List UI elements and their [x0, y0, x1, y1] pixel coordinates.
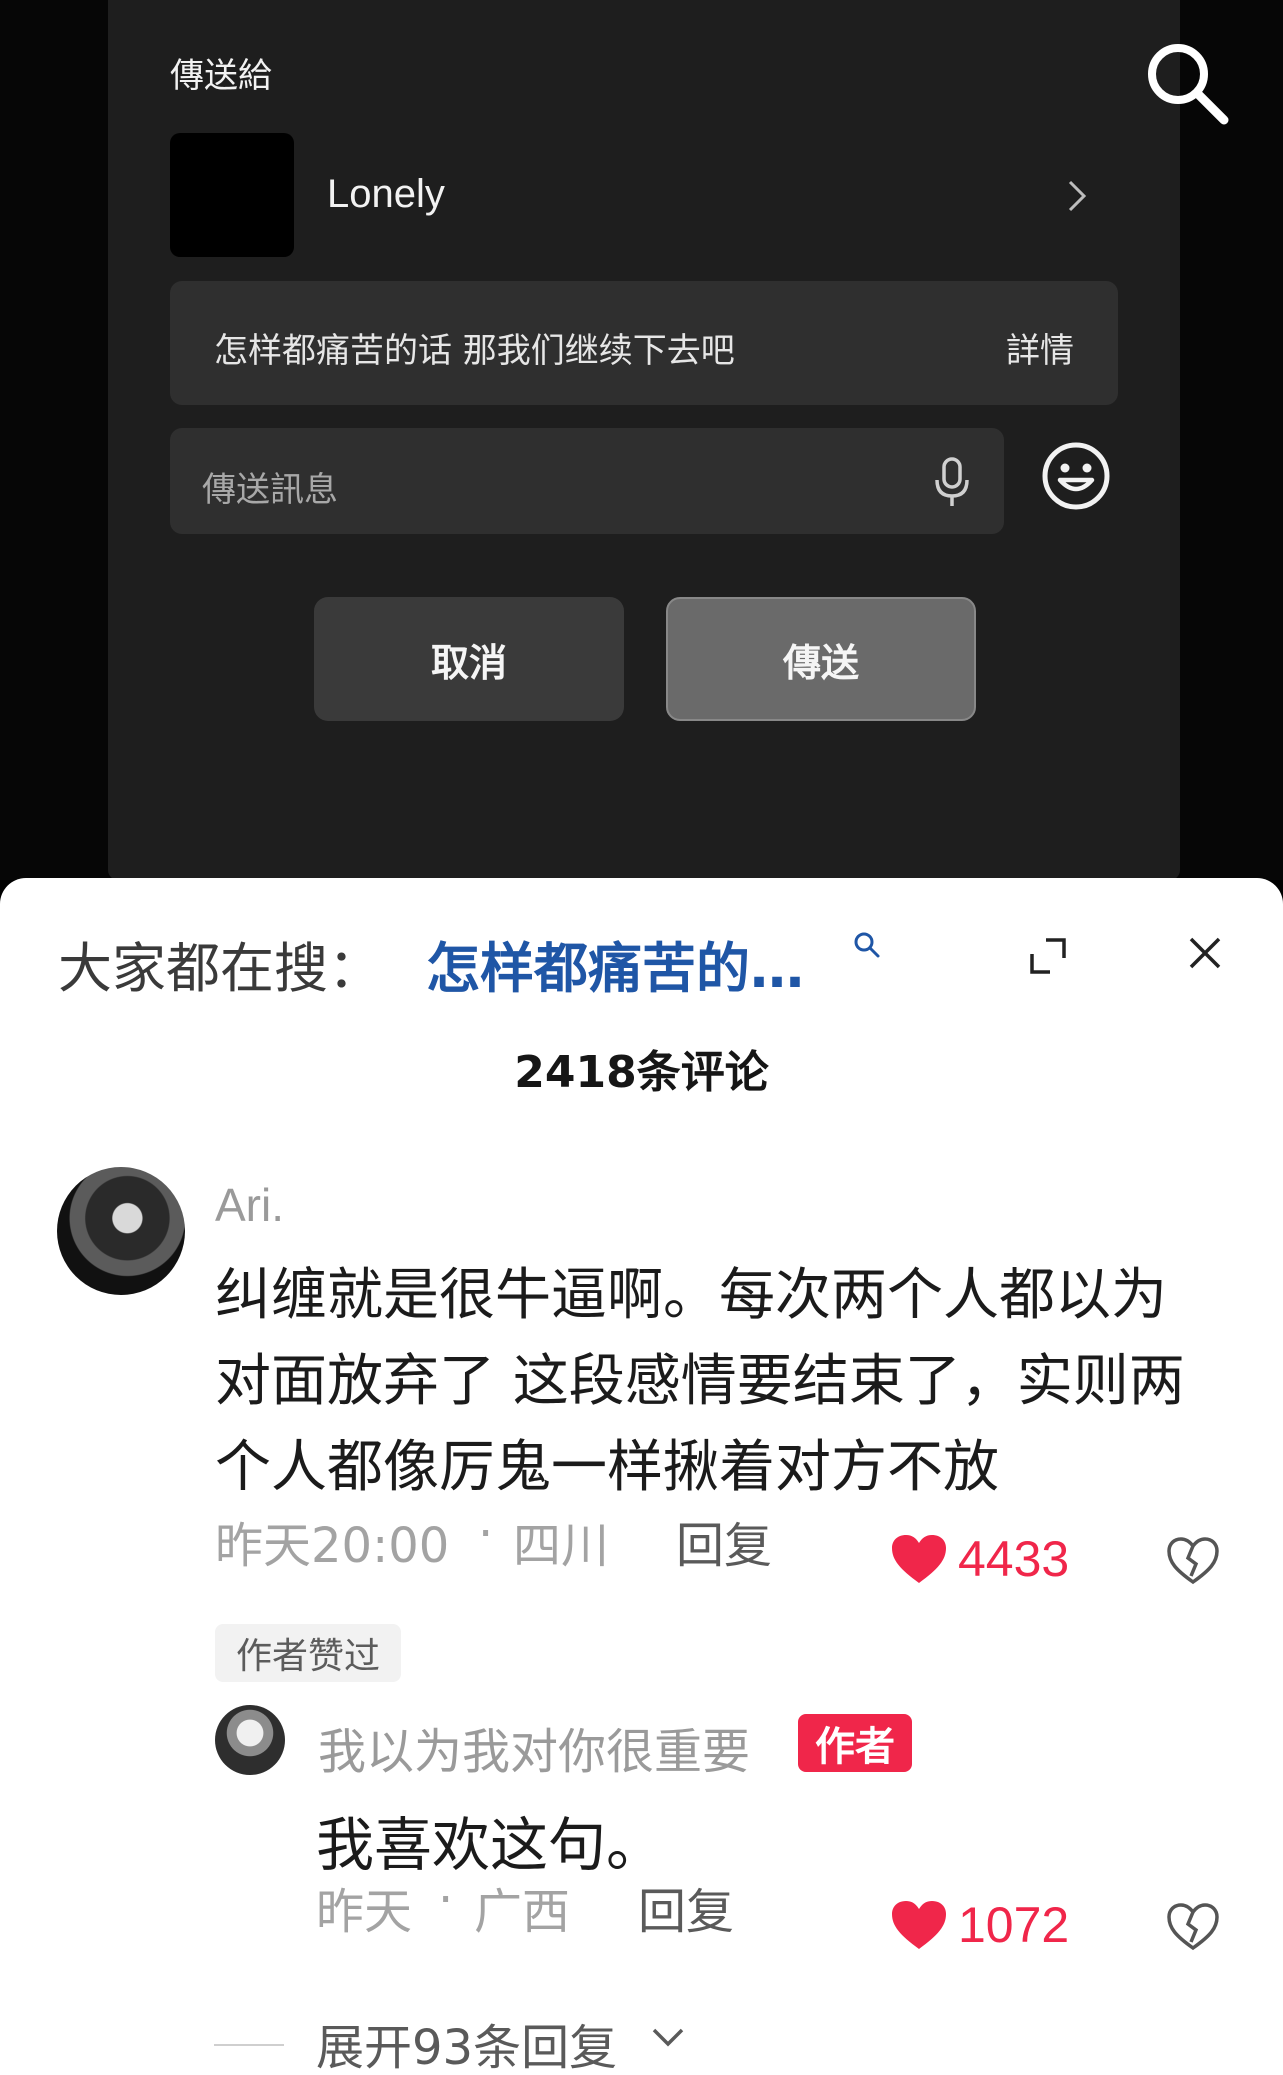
send-button[interactable]: 傳送	[666, 597, 976, 721]
dislike-icon[interactable]	[1166, 1902, 1220, 1952]
contact-avatar[interactable]	[170, 133, 294, 257]
comment-sheet: 大家都在搜： 怎样都痛苦的… 2418条评论 Ari. 纠缠就是很牛逼啊。每次两…	[0, 878, 1283, 2075]
shared-item-card[interactable]: 怎样都痛苦的话 那我们继续下去吧 詳情	[170, 281, 1118, 405]
avatar[interactable]	[57, 1167, 185, 1295]
reply-button[interactable]: 回复	[638, 1872, 734, 1942]
message-placeholder: 傳送訊息	[202, 470, 338, 510]
reply-button[interactable]: 回复	[676, 1506, 772, 1576]
reply-time: 昨天	[316, 1884, 413, 1940]
cancel-button[interactable]: 取消	[314, 597, 624, 721]
like-count: 1072	[958, 1897, 1070, 1953]
contact-name[interactable]: Lonely	[327, 172, 445, 217]
search-icon[interactable]	[1140, 36, 1232, 128]
avatar[interactable]	[215, 1705, 285, 1775]
meta-separator: ·	[478, 1506, 494, 1562]
shared-item-text: 怎样都痛苦的话 那我们继续下去吧	[214, 331, 735, 371]
author-liked-tag: 作者赞过	[215, 1624, 401, 1682]
comment-count: 2418条评论	[514, 1047, 769, 1098]
reply-text: 我喜欢这句。	[316, 1811, 665, 1879]
search-icon	[854, 932, 880, 958]
like-count: 4433	[958, 1531, 1070, 1587]
share-title: 傳送給	[170, 56, 272, 96]
divider	[214, 2044, 284, 2046]
comment-username[interactable]: Ari.	[215, 1178, 284, 1232]
expand-replies-button[interactable]: 展开93条回复	[316, 2008, 617, 2075]
reply-location: 广西	[474, 1884, 571, 1940]
comment-time: 昨天20:00	[215, 1518, 450, 1574]
reply-username[interactable]: 我以为我对你很重要	[318, 1712, 750, 1782]
emoji-icon[interactable]	[1040, 440, 1112, 512]
expand-icon[interactable]	[1028, 936, 1068, 976]
chevron-right-icon[interactable]	[1062, 176, 1092, 216]
comment-location: 四川	[513, 1518, 610, 1574]
trending-query-link[interactable]: 怎样都痛苦的…	[426, 924, 804, 1003]
background-video: 傳送給 Lonely 怎样都痛苦的话 那我们继续下去吧 詳情 傳送訊息 取消 傳…	[0, 0, 1283, 880]
meta-separator: ·	[438, 1872, 454, 1928]
chevron-down-icon[interactable]	[650, 2026, 686, 2050]
message-input[interactable]: 傳送訊息	[170, 428, 1004, 534]
heart-icon[interactable]	[890, 1899, 948, 1951]
close-icon[interactable]	[1186, 934, 1224, 972]
dislike-icon[interactable]	[1166, 1536, 1220, 1586]
author-badge: 作者	[798, 1714, 912, 1772]
microphone-icon[interactable]	[932, 456, 972, 508]
comment-text: 纠缠就是很牛逼啊。每次两个人都以为对面放弃了 这段感情要结束了，实则两个人都像厉…	[215, 1263, 1185, 1500]
details-link[interactable]: 詳情	[1006, 323, 1074, 372]
heart-icon[interactable]	[890, 1533, 948, 1585]
trending-prefix: 大家都在搜：	[58, 937, 382, 1000]
